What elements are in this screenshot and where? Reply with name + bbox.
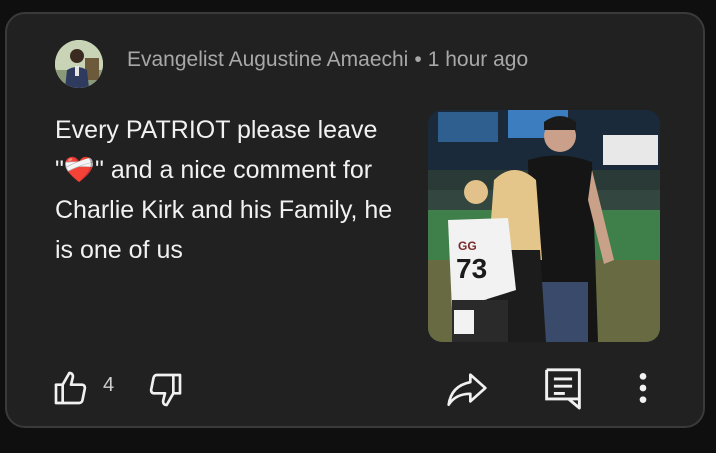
avatar[interactable] (55, 40, 103, 88)
avatar-image (55, 40, 103, 88)
comment-text: Every PATRIOT please leave "❤️‍🩹" and a … (55, 110, 405, 270)
comment-text-part2: " and a nice comment for Charlie Kirk an… (55, 156, 400, 264)
header-separator: • (414, 48, 422, 71)
like-count: 4 (103, 374, 115, 396)
author-name[interactable]: Evangelist Augustine Amaechi (127, 48, 408, 71)
photo-image: GG 73 (428, 110, 660, 342)
svg-text:73: 73 (456, 253, 487, 284)
thumbs-down-icon[interactable] (145, 370, 185, 410)
attached-photo[interactable]: GG 73 (428, 110, 660, 342)
comment-header: Evangelist Augustine Amaechi • 1 hour ago (127, 48, 528, 72)
comment-actions: 4 (7, 364, 703, 410)
svg-text:GG: GG (458, 239, 477, 253)
thumbs-up-icon[interactable] (51, 368, 91, 408)
comment-card: Evangelist Augustine Amaechi • 1 hour ago … (5, 12, 705, 428)
timestamp: 1 hour ago (427, 48, 529, 71)
more-vertical-icon[interactable] (633, 368, 653, 408)
mending-heart-emoji: ❤️‍🩹 (63, 156, 96, 184)
share-arrow-icon[interactable] (445, 368, 489, 408)
reply-comment-icon[interactable] (543, 366, 583, 410)
